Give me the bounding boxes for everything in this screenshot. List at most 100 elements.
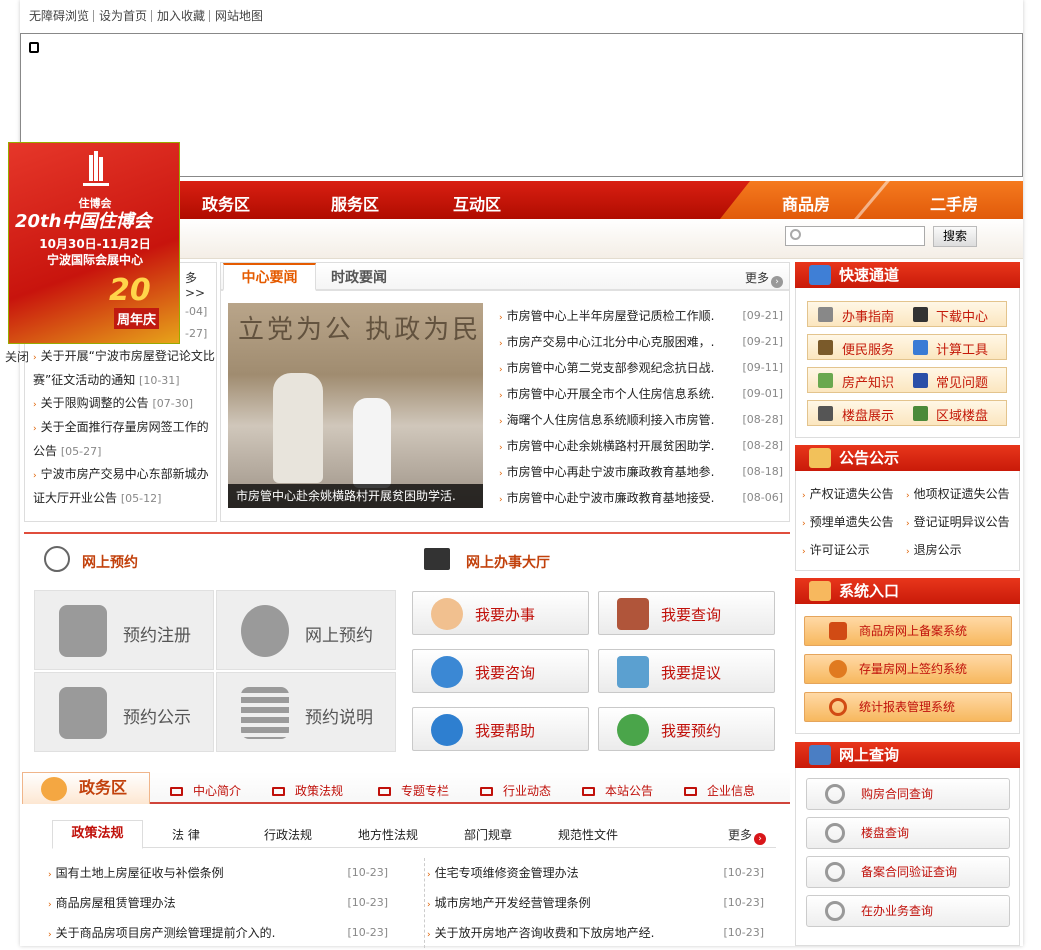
tab-enterprise[interactable]: 企业信息: [684, 782, 755, 799]
law-item[interactable]: › 关于放开房地产咨询收费和下放房地产经. [10-23]: [427, 918, 764, 948]
quick-download[interactable]: 下载中心: [936, 306, 988, 325]
subtab-local[interactable]: 地方性法规: [358, 826, 418, 843]
hall-do-button[interactable]: 我要办事: [412, 591, 589, 635]
subtab-dept[interactable]: 部门规章: [464, 826, 512, 843]
tab-center-news[interactable]: 中心要闻: [223, 263, 316, 291]
gov-main-tab[interactable]: 政务区: [22, 772, 150, 804]
disk-icon: [913, 307, 928, 322]
book-icon: [617, 656, 649, 688]
notice-item[interactable]: › 许可证公示: [802, 541, 870, 558]
query-item[interactable]: 楼盘查询: [806, 817, 1010, 849]
notice-item[interactable]: › 退房公示: [906, 541, 962, 558]
mail-icon: [272, 787, 285, 796]
gov-tabs: 政务区 中心简介 政策法规 专题专栏 行业动态 本站公告 企业信息: [22, 772, 790, 804]
news-more-link[interactable]: 更多 ›: [745, 269, 784, 288]
nav-item-interact[interactable]: 互动区: [453, 191, 501, 215]
notice-item[interactable]: › 产权证遗失公告: [802, 485, 894, 502]
nav-item-service[interactable]: 服务区: [331, 191, 379, 215]
law-item[interactable]: › 住宅专项维修资金管理办法 [10-23]: [427, 858, 764, 888]
list-item[interactable]: › 关于限购调整的公告 [07-30]: [33, 392, 215, 416]
appt-info-tile[interactable]: 预约说明: [216, 672, 396, 752]
query-item[interactable]: 备案合同验证查询: [806, 856, 1010, 888]
tab-notice[interactable]: 本站公告: [582, 782, 653, 799]
tab-policy[interactable]: 政策法规: [272, 782, 343, 799]
subtab-policy[interactable]: 政策法规: [52, 820, 143, 849]
sitemap-link[interactable]: 网站地图: [209, 10, 267, 22]
system-entry[interactable]: 商品房网上备案系统: [804, 616, 1012, 646]
more-link[interactable]: 多>>: [185, 269, 216, 300]
query-title: 网上查询: [839, 746, 900, 764]
subtab-admin[interactable]: 行政法规: [264, 826, 312, 843]
chart-icon: [913, 406, 928, 421]
quick-calc[interactable]: 计算工具: [936, 339, 988, 358]
list-item[interactable]: › 关于开展“宁波市房屋登记论文比赛”征文活动的通知 [10-31]: [33, 345, 215, 392]
news-item[interactable]: › 海曙个人住房信息系统顺利接入市房管. [08-28]: [499, 407, 789, 433]
chat-icon: [431, 656, 463, 688]
hall-suggest-button[interactable]: 我要提议: [598, 649, 775, 693]
notice-item[interactable]: › 预埋单遗失公告: [802, 513, 894, 530]
news-item[interactable]: › 市房产交易中心江北分中心克服困难，. [09-21]: [499, 329, 789, 355]
set-home-link[interactable]: 设为首页: [93, 10, 151, 22]
list-item[interactable]: › 关于全面推行存量房网签工作的公告 [05-27]: [33, 416, 215, 463]
law-item[interactable]: › 关于商品房项目房产测绘管理提前介入的. [10-23]: [48, 918, 388, 948]
accessible-link[interactable]: 无障碍浏览: [29, 10, 93, 22]
search-input[interactable]: [785, 226, 925, 246]
notice-icon: [809, 448, 831, 468]
system-entry[interactable]: 存量房网上签约系统: [804, 654, 1012, 684]
hall-book-button[interactable]: 我要预约: [598, 707, 775, 751]
news-photo[interactable]: 立党为公 执政为民 市房管中心赴余姚横路村开展贫困助学活.: [228, 303, 483, 508]
query-header: 网上查询: [795, 742, 1020, 768]
subtab-norm[interactable]: 规范性文件: [558, 826, 618, 843]
house-icon: [809, 581, 831, 601]
signpost-icon: [818, 340, 833, 355]
query-item[interactable]: 在办业务查询: [806, 895, 1010, 927]
quick-show[interactable]: 楼盘展示: [842, 405, 894, 424]
news-item[interactable]: › 市房管中心第二党支部参观纪念抗日战. [09-11]: [499, 355, 789, 381]
news-item[interactable]: › 市房管中心赴宁波市廉政教育基地接受. [08-06]: [499, 485, 789, 511]
ad-close-button[interactable]: 关闭: [5, 348, 29, 365]
subtab-law[interactable]: 法 律: [172, 826, 200, 843]
floating-ad[interactable]: 住博会 20th中国住博会 10月30日-11月2日 宁波国际会展中心 20 周…: [8, 142, 180, 344]
news-item[interactable]: › 市房管中心赴余姚横路村开展贫困助学. [08-28]: [499, 433, 789, 459]
news-item[interactable]: › 市房管中心开展全市个人住房信息系统. [09-01]: [499, 381, 789, 407]
partial-date: -04]: [185, 305, 208, 318]
nav-item-gov[interactable]: 政务区: [202, 191, 250, 215]
list-item[interactable]: › 宁波市房产交易中心东部新城办证大厅开业公告 [05-12]: [33, 463, 215, 510]
appt-public-tile[interactable]: 预约公示: [34, 672, 214, 752]
gov-more-link[interactable]: 更多 ›: [728, 826, 767, 845]
notice-item[interactable]: › 登记证明异议公告: [906, 513, 1010, 530]
nav-item-second-hand[interactable]: 二手房: [930, 191, 978, 215]
mail-icon: [480, 787, 493, 796]
law-item[interactable]: › 国有土地上房屋征收与补偿条例 [10-23]: [48, 858, 388, 888]
phone-icon: [617, 714, 649, 746]
hall-help-button[interactable]: 我要帮助: [412, 707, 589, 751]
quick-knowledge[interactable]: 房产知识: [842, 372, 894, 391]
law-item[interactable]: › 商品房屋租赁管理办法 [10-23]: [48, 888, 388, 918]
favorite-link[interactable]: 加入收藏: [151, 10, 209, 22]
appt-online-tile[interactable]: 网上预约: [216, 590, 396, 670]
system-entry[interactable]: 统计报表管理系统: [804, 692, 1012, 722]
quick-area[interactable]: 区域楼盘: [936, 405, 988, 424]
mail-icon: [170, 787, 183, 796]
appt-register-tile[interactable]: 预约注册: [34, 590, 214, 670]
nav-item-new-house[interactable]: 商品房: [782, 191, 830, 215]
quick-faq[interactable]: 常见问题: [936, 372, 988, 391]
hall-consult-button[interactable]: 我要咨询: [412, 649, 589, 693]
news-item[interactable]: › 市房管中心上半年房屋登记质检工作顺. [09-21]: [499, 303, 789, 329]
news-item[interactable]: › 市房管中心再赴宁波市廉政教育基地参. [08-18]: [499, 459, 789, 485]
notice-item[interactable]: › 他项权证遗失公告: [906, 485, 1010, 502]
tab-intro[interactable]: 中心简介: [170, 782, 241, 799]
appointment-section: 网上预约 网上办事大厅 预约注册 网上预约 预约公示 预约说明 我要办事 我要查…: [24, 532, 790, 762]
tab-gov-news[interactable]: 时政要闻: [331, 267, 387, 287]
hall-query-button[interactable]: 我要查询: [598, 591, 775, 635]
law-item[interactable]: › 城市房地产开发经营管理条例 [10-23]: [427, 888, 764, 918]
mail-icon: [378, 787, 391, 796]
query-item[interactable]: 购房合同查询: [806, 778, 1010, 810]
more-arrow-icon: ›: [771, 276, 784, 288]
quick-service[interactable]: 便民服务: [842, 339, 894, 358]
search-button[interactable]: 搜索: [933, 226, 977, 247]
photo-caption[interactable]: 市房管中心赴余姚横路村开展贫困助学活.: [228, 484, 483, 508]
quick-guide[interactable]: 办事指南: [842, 306, 894, 325]
tab-special[interactable]: 专题专栏: [378, 782, 449, 799]
tab-industry[interactable]: 行业动态: [480, 782, 551, 799]
